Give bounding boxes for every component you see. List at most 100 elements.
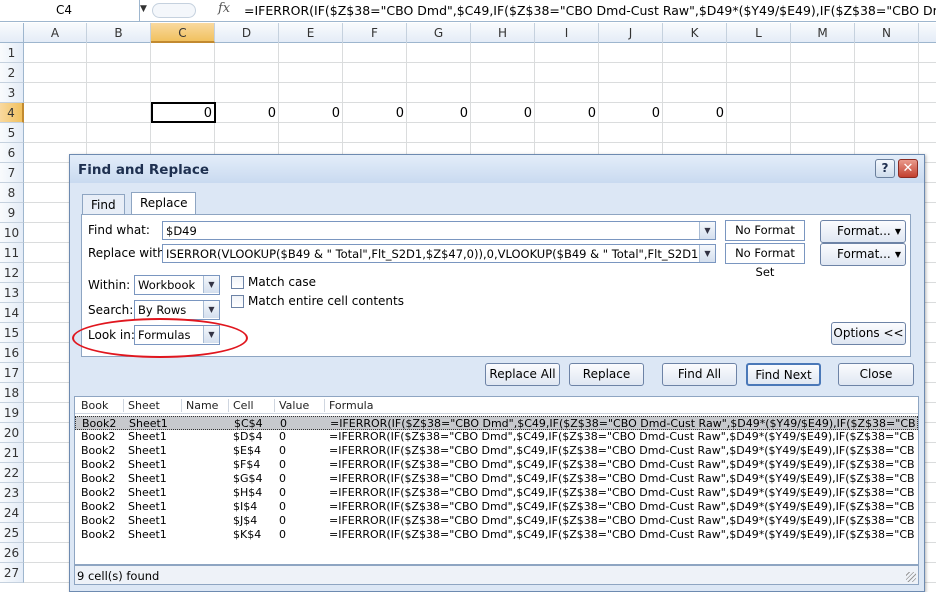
row-header-11[interactable]: 11 [0, 243, 24, 263]
replace-all-button[interactable]: Replace All [485, 363, 560, 386]
cell-d4[interactable]: 0 [215, 104, 279, 124]
replace-with-input[interactable]: ISERROR(VLOOKUP($B49 & " Total",Flt_S2D1… [162, 244, 716, 263]
tab-find[interactable]: Find [82, 194, 125, 215]
insert-function-icon[interactable]: fx [218, 1, 230, 16]
column-divider[interactable] [228, 399, 229, 412]
column-header-f[interactable]: F [343, 23, 407, 43]
column-divider[interactable] [274, 399, 275, 412]
cell-k4[interactable]: 0 [663, 104, 727, 124]
row-header-8[interactable]: 8 [0, 183, 24, 203]
row-header-3[interactable]: 3 [0, 83, 24, 103]
results-column-cell[interactable]: Cell [233, 399, 254, 412]
search-select[interactable]: By Rows ▼ [134, 300, 220, 320]
results-column-value[interactable]: Value [279, 399, 309, 412]
help-button[interactable]: ? [875, 159, 895, 178]
column-header-e[interactable]: E [279, 23, 343, 43]
row-header-10[interactable]: 10 [0, 223, 24, 243]
row-header-1[interactable]: 1 [0, 43, 24, 63]
options-button[interactable]: Options << [831, 322, 906, 345]
name-box[interactable]: C4 [0, 0, 140, 21]
result-row[interactable]: Book2 Sheet1 $J$4 0 =IFERROR(IF($Z$38="CBO D… [75, 514, 918, 528]
find-format-button[interactable]: Format... ▼ [820, 220, 906, 243]
formula-input[interactable]: =IFERROR(IF($Z$38="CBO Dmd",$C49,IF($Z$3… [244, 3, 936, 18]
row-header-13[interactable]: 13 [0, 283, 24, 303]
column-header-c[interactable]: C [151, 23, 215, 43]
row-header-12[interactable]: 12 [0, 263, 24, 283]
row-header-5[interactable]: 5 [0, 123, 24, 143]
row-header-2[interactable]: 2 [0, 63, 24, 83]
row-header-25[interactable]: 25 [0, 523, 24, 543]
result-row[interactable]: Book2 Sheet1 $G$4 0 =IFERROR(IF($Z$38="CBO D… [75, 472, 918, 486]
results-column-sheet[interactable]: Sheet [128, 399, 160, 412]
column-header-d[interactable]: D [215, 23, 279, 43]
row-header-26[interactable]: 26 [0, 543, 24, 563]
row-header-20[interactable]: 20 [0, 423, 24, 443]
match-case-checkbox[interactable] [231, 276, 244, 289]
column-header-l[interactable]: L [727, 23, 791, 43]
within-select[interactable]: Workbook ▼ [134, 275, 220, 295]
close-button[interactable]: Close [838, 363, 914, 386]
column-header-k[interactable]: K [663, 23, 727, 43]
resize-grip-icon[interactable] [906, 572, 916, 582]
column-header-n[interactable]: N [855, 23, 919, 43]
active-cell[interactable] [151, 102, 216, 123]
result-row[interactable]: Book2 Sheet1 $E$4 0 =IFERROR(IF($Z$38="CBO D… [75, 444, 918, 458]
row-header-17[interactable]: 17 [0, 363, 24, 383]
column-divider[interactable] [123, 399, 124, 412]
result-row[interactable]: Book2 Sheet1 $F$4 0 =IFERROR(IF($Z$38="CBO D… [75, 458, 918, 472]
formula-bar-expand-handle[interactable] [152, 3, 196, 18]
row-header-24[interactable]: 24 [0, 503, 24, 523]
column-divider[interactable] [324, 399, 325, 412]
row-header-7[interactable]: 7 [0, 163, 24, 183]
row-header-19[interactable]: 19 [0, 403, 24, 423]
column-header-i[interactable]: I [535, 23, 599, 43]
select-all-corner[interactable] [0, 23, 24, 43]
column-header-b[interactable]: B [87, 23, 151, 43]
row-header-21[interactable]: 21 [0, 443, 24, 463]
row-header-22[interactable]: 22 [0, 463, 24, 483]
result-row[interactable]: Book2 Sheet1 $I$4 0 =IFERROR(IF($Z$38="CBO D… [75, 500, 918, 514]
find-all-button[interactable]: Find All [662, 363, 737, 386]
row-header-6[interactable]: 6 [0, 143, 24, 163]
row-header-9[interactable]: 9 [0, 203, 24, 223]
name-box-dropdown-icon[interactable]: ▼ [140, 4, 147, 14]
chevron-down-icon[interactable]: ▼ [699, 245, 715, 262]
results-column-book[interactable]: Book [81, 399, 108, 412]
row-header-23[interactable]: 23 [0, 483, 24, 503]
cell-i4[interactable]: 0 [535, 104, 599, 124]
results-list[interactable]: Book Sheet Name Cell Value Formula Book2 Sheet… [74, 396, 919, 565]
row-header-27[interactable]: 27 [0, 563, 24, 583]
result-row[interactable]: Book2 Sheet1 $K$4 0 =IFERROR(IF($Z$38="CBO D… [75, 528, 918, 542]
cell-e4[interactable]: 0 [279, 104, 343, 124]
result-row[interactable]: Book2 Sheet1 $C$4 0 =IFERROR(IF($Z$38="CBO D… [75, 416, 918, 430]
row-header-14[interactable]: 14 [0, 303, 24, 323]
column-header-m[interactable]: M [791, 23, 855, 43]
match-entire-checkbox[interactable] [231, 295, 244, 308]
cell-h4[interactable]: 0 [471, 104, 535, 124]
replace-button[interactable]: Replace [569, 363, 644, 386]
cell-j4[interactable]: 0 [599, 104, 663, 124]
column-header-a[interactable]: A [24, 23, 87, 43]
row-header-4[interactable]: 4 [0, 103, 24, 123]
column-header-g[interactable]: G [407, 23, 471, 43]
close-icon[interactable]: ✕ [898, 159, 918, 178]
result-row[interactable]: Book2 Sheet1 $H$4 0 =IFERROR(IF($Z$38="CBO D… [75, 486, 918, 500]
find-what-input[interactable]: $D49 ▼ [162, 221, 716, 240]
row-header-18[interactable]: 18 [0, 383, 24, 403]
results-column-formula[interactable]: Formula [329, 399, 373, 412]
row-header-16[interactable]: 16 [0, 343, 24, 363]
chevron-down-icon[interactable]: ▼ [699, 222, 715, 239]
tab-replace[interactable]: Replace [131, 192, 197, 216]
chevron-down-icon[interactable]: ▼ [203, 276, 219, 293]
column-header-j[interactable]: J [599, 23, 663, 43]
cell-g4[interactable]: 0 [407, 104, 471, 124]
cell-f4[interactable]: 0 [343, 104, 407, 124]
find-next-button[interactable]: Find Next [746, 363, 821, 386]
row-header-15[interactable]: 15 [0, 323, 24, 343]
column-divider[interactable] [181, 399, 182, 412]
column-header-h[interactable]: H [471, 23, 535, 43]
chevron-down-icon[interactable]: ▼ [203, 301, 219, 318]
results-column-name[interactable]: Name [186, 399, 218, 412]
result-row[interactable]: Book2 Sheet1 $D$4 0 =IFERROR(IF($Z$38="CBO D… [75, 430, 918, 444]
replace-format-button[interactable]: Format... ▼ [820, 243, 906, 266]
